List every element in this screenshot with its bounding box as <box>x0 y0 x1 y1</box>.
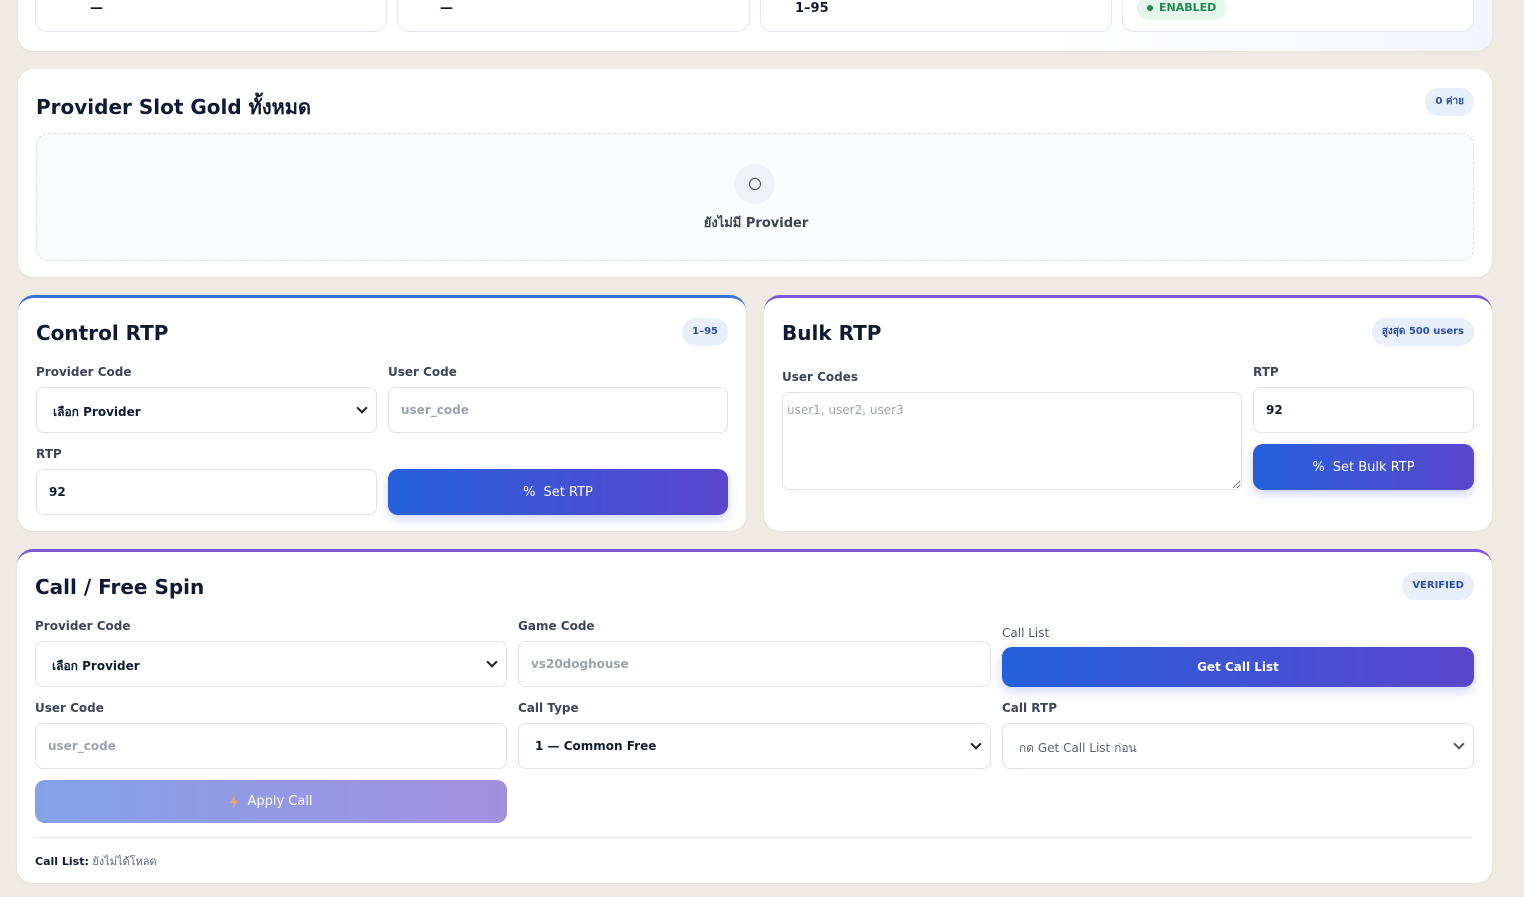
game-code-input[interactable] <box>518 641 991 687</box>
stat-value: 1–95 <box>795 1 829 16</box>
control-rtp-title: Control RTP <box>36 321 169 345</box>
empty-state-text: ยังไม่มี Provider <box>703 216 809 231</box>
percent-icon: % <box>523 484 536 500</box>
call-list-label: Call List <box>1002 626 1050 640</box>
call-list-status-label: Call List: <box>35 855 89 868</box>
call-list-status: Call List: ยังไม่ได้โหลด <box>35 852 157 870</box>
chevron-down-icon <box>356 402 368 414</box>
stat-box-2: — <box>397 0 750 32</box>
verified-badge: VERIFIED <box>1402 572 1474 600</box>
call-free-spin-title: Call / Free Spin <box>35 575 205 599</box>
providers-card: Provider Slot Gold ทั้งหมด 0 ค่าย ยังไม่… <box>18 69 1492 277</box>
stat-value: — <box>440 1 453 16</box>
apply-call-label: Apply Call <box>247 794 313 809</box>
provider-code-select[interactable]: เลือก Provider <box>36 387 377 433</box>
stat-value: — <box>90 1 103 16</box>
provider-select-value: เลือก Provider <box>53 405 141 419</box>
set-bulk-rtp-label: Set Bulk RTP <box>1332 459 1415 475</box>
bulk-rtp-card: Bulk RTP สูงสุด 500 users User Codes RTP… <box>764 295 1492 531</box>
call-user-code-input[interactable] <box>35 723 507 769</box>
lightning-icon <box>230 794 239 809</box>
user-codes-label: User Codes <box>782 370 859 384</box>
rtp-input[interactable] <box>36 469 377 515</box>
bulk-rtp-input[interactable] <box>1253 387 1474 433</box>
call-free-spin-card: Call / Free Spin VERIFIED Provider Code … <box>17 549 1492 883</box>
provider-code-label: Provider Code <box>35 619 131 633</box>
stat-box-status: ENABLED <box>1122 0 1474 32</box>
control-rtp-card: Control RTP 1–95 Provider Code เลือก Pro… <box>18 295 746 531</box>
set-bulk-rtp-button[interactable]: % Set Bulk RTP <box>1253 444 1474 490</box>
providers-empty-state: ยังไม่มี Provider <box>36 133 1474 261</box>
call-rtp-select[interactable]: กด Get Call List ก่อน <box>1002 723 1474 769</box>
bulk-rtp-label: RTP <box>1253 365 1279 379</box>
stats-card: — — 1–95 ENABLED <box>18 0 1492 51</box>
bulk-rtp-title: Bulk RTP <box>782 321 882 345</box>
divider <box>34 837 1472 838</box>
user-code-label: User Code <box>388 365 457 379</box>
call-type-value: 1 — Common Free <box>535 739 657 753</box>
call-rtp-label: Call RTP <box>1002 701 1057 715</box>
user-codes-textarea[interactable] <box>782 392 1242 490</box>
set-rtp-button[interactable]: % Set RTP <box>388 469 728 515</box>
chevron-down-icon <box>486 656 498 668</box>
user-code-input[interactable] <box>388 387 728 433</box>
rtp-range-badge: 1–95 <box>682 318 728 346</box>
provider-count-badge: 0 ค่าย <box>1425 88 1474 116</box>
call-rtp-value: กด Get Call List ก่อน <box>1019 741 1137 755</box>
call-provider-select[interactable]: เลือก Provider <box>35 641 507 687</box>
call-type-label: Call Type <box>518 701 579 715</box>
providers-title: Provider Slot Gold ทั้งหมด <box>36 95 311 119</box>
user-code-label: User Code <box>35 701 104 715</box>
provider-code-label: Provider Code <box>36 365 132 379</box>
get-call-list-button[interactable]: Get Call List <box>1002 647 1474 687</box>
status-badge: ENABLED <box>1137 0 1227 20</box>
circle-icon <box>735 164 775 204</box>
bulk-limit-badge: สูงสุด 500 users <box>1371 318 1474 346</box>
rtp-label: RTP <box>36 447 62 461</box>
stat-box-rtp-range: 1–95 <box>760 0 1112 32</box>
call-type-select[interactable]: 1 — Common Free <box>518 723 991 769</box>
game-code-label: Game Code <box>518 619 595 633</box>
chevron-down-icon <box>1453 738 1465 750</box>
provider-select-value: เลือก Provider <box>52 659 140 673</box>
apply-call-button[interactable]: Apply Call <box>35 780 507 823</box>
call-list-status-value: ยังไม่ได้โหลด <box>92 855 157 868</box>
set-rtp-label: Set RTP <box>543 484 593 500</box>
percent-icon: % <box>1312 459 1325 475</box>
stat-box-1: — <box>35 0 387 32</box>
chevron-down-icon <box>970 738 982 750</box>
